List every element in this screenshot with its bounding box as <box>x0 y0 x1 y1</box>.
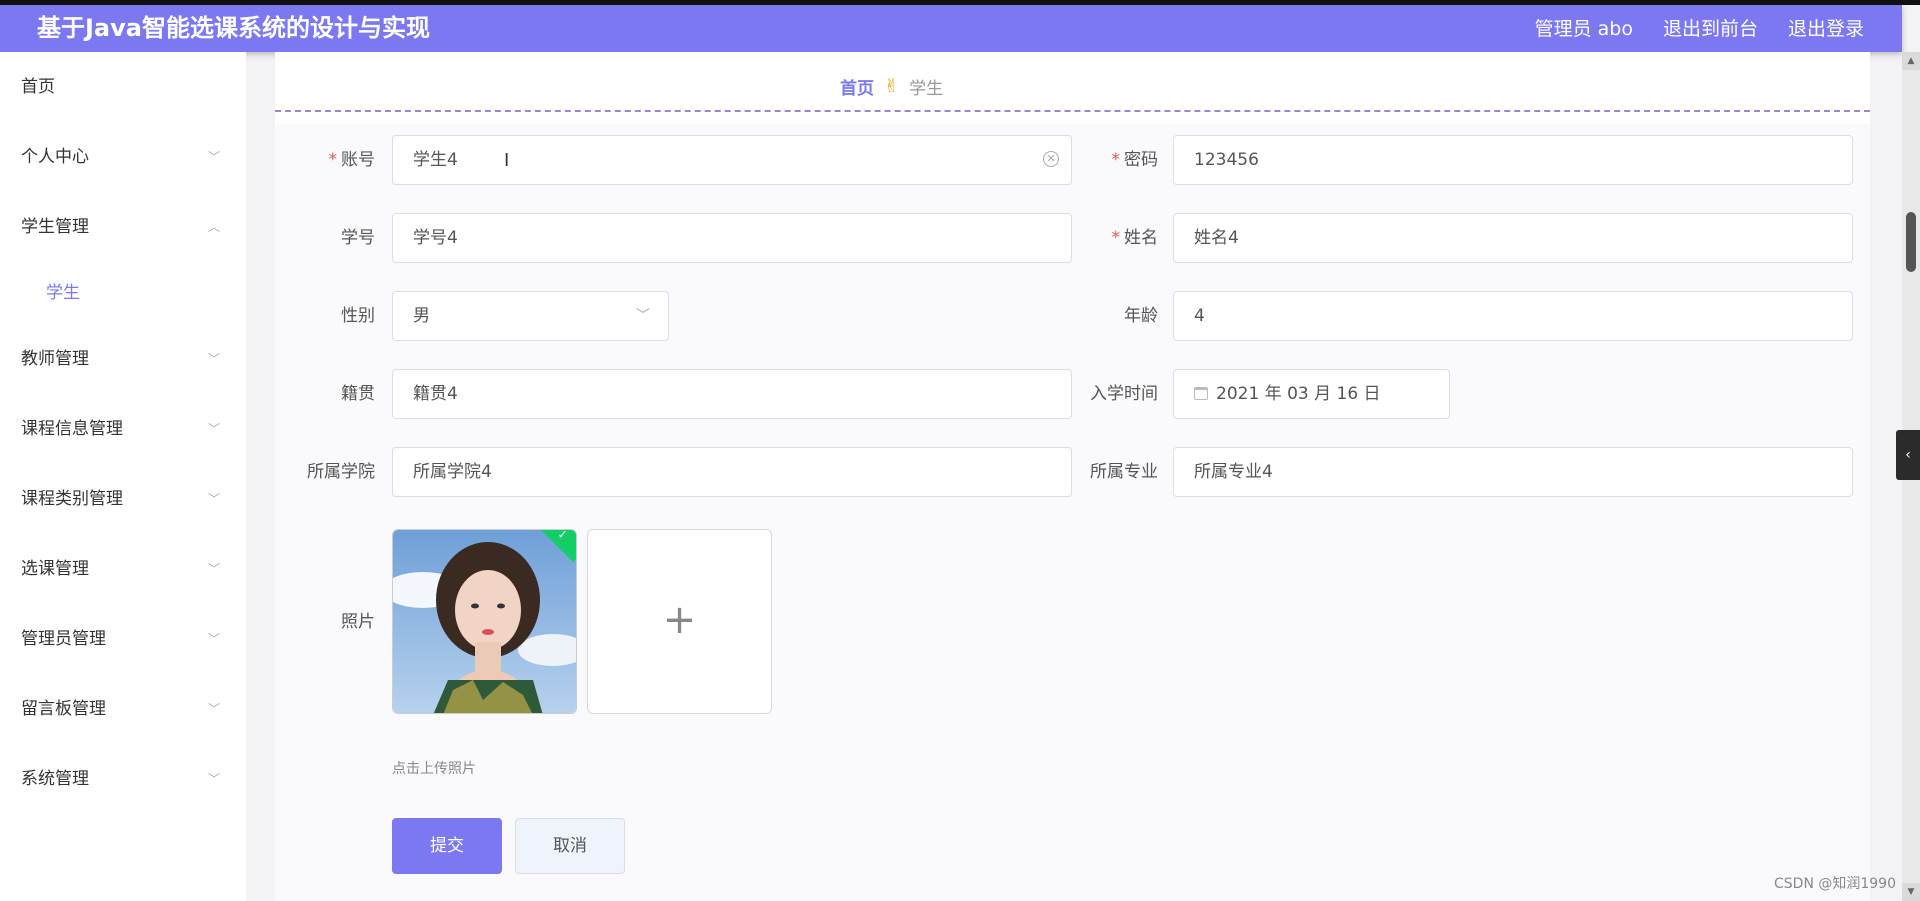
sidebar-item-label: 系统管理 <box>21 769 89 789</box>
collapse-panel-icon[interactable]: ‹ <box>1896 430 1920 480</box>
student-no-label: 学号 <box>341 228 375 248</box>
scroll-up-arrow-icon[interactable]: ▲ <box>1902 52 1920 70</box>
chevron-down-icon: ﹀ <box>636 308 650 324</box>
chevron-down-icon: ﹀ <box>207 352 220 366</box>
password-input[interactable]: 123456 <box>1173 135 1853 185</box>
sidebar-item-label: 课程信息管理 <box>21 419 123 439</box>
enroll-date-label: 入学时间 <box>1090 384 1158 404</box>
chevron-down-icon: ﹀ <box>207 492 220 506</box>
breadcrumb-home[interactable]: 首页 <box>840 74 874 99</box>
major-label: 所属专业 <box>1090 462 1158 482</box>
student-photo-image <box>393 530 576 713</box>
student-form: * 账号 学生4 ✕ I * 密码 123456 学号 学号4 * 姓名 姓名4 性别… <box>275 124 1870 901</box>
sidebar-item-admin-management[interactable]: 管理员管理 ﹀ <box>0 604 246 674</box>
college-label: 所属学院 <box>307 462 375 482</box>
clear-icon[interactable]: ✕ <box>1043 151 1059 167</box>
native-place-label: 籍贯 <box>341 384 375 404</box>
sidebar: 首页 个人中心 ﹀ 学生管理 ︿ 学生 教师管理 ﹀ 课程信息管理 ﹀ 课程类别管理 ﹀ … <box>0 52 246 901</box>
chevron-down-icon: ﹀ <box>207 702 220 716</box>
sidebar-item-course-info-management[interactable]: 课程信息管理 ﹀ <box>0 394 246 464</box>
calendar-icon <box>1194 387 1208 400</box>
sidebar-item-system-management[interactable]: 系统管理 ﹀ <box>0 744 246 814</box>
top-header: 基于Java智能选课系统的设计与实现 管理员 abo 退出到前台 退出登录 <box>0 5 1902 52</box>
logout-link[interactable]: 退出登录 <box>1788 12 1864 46</box>
plus-icon: + <box>662 597 697 643</box>
sidebar-item-student-management[interactable]: 学生管理 ︿ <box>0 192 246 262</box>
sidebar-item-label: 课程类别管理 <box>21 489 123 509</box>
chevron-down-icon: ﹀ <box>207 150 220 164</box>
native-place-input[interactable]: 籍贯4 <box>392 369 1072 419</box>
name-label: * 姓名 <box>1111 228 1159 248</box>
name-input[interactable]: 姓名4 <box>1173 213 1853 263</box>
sidebar-item-course-selection-management[interactable]: 选课管理 ﹀ <box>0 534 246 604</box>
text-cursor-icon: I <box>504 150 510 171</box>
sidebar-item-label: 教师管理 <box>21 349 89 369</box>
sidebar-item-course-category-management[interactable]: 课程类别管理 ﹀ <box>0 464 246 534</box>
sidebar-item-message-board-management[interactable]: 留言板管理 ﹀ <box>0 674 246 744</box>
sidebar-item-teacher-management[interactable]: 教师管理 ﹀ <box>0 324 246 394</box>
sidebar-item-label: 选课管理 <box>21 559 89 579</box>
age-input[interactable]: 4 <box>1173 291 1853 341</box>
sidebar-item-label: 首页 <box>21 77 55 97</box>
sidebar-item-home[interactable]: 首页 <box>0 52 246 122</box>
app-title: 基于Java智能选课系统的设计与实现 <box>37 14 430 42</box>
sidebar-item-label: 管理员管理 <box>21 629 106 649</box>
breadcrumb: 首页 ✌ 学生 <box>275 52 1870 112</box>
hand-icon: ✌ <box>884 76 900 97</box>
upload-tip: 点击上传照片 <box>392 761 476 777</box>
breadcrumb-current: 学生 <box>909 79 944 99</box>
chevron-down-icon: ﹀ <box>207 772 220 786</box>
student-no-input[interactable]: 学号4 <box>392 213 1072 263</box>
gender-label: 性别 <box>341 306 375 326</box>
age-label: 年龄 <box>1124 306 1158 326</box>
photo-label: 照片 <box>341 612 375 632</box>
check-icon: ✓ <box>557 529 568 542</box>
uploaded-photo[interactable]: ✓ <box>392 529 577 714</box>
enroll-date-picker[interactable]: 2021 年 03 月 16 日 <box>1173 369 1450 419</box>
sidebar-item-label: 个人中心 <box>21 147 89 167</box>
chevron-down-icon: ﹀ <box>207 422 220 436</box>
scroll-down-arrow-icon[interactable]: ▼ <box>1902 883 1920 901</box>
sidebar-item-label: 留言板管理 <box>21 699 106 719</box>
upload-photo-button[interactable]: + <box>587 529 772 714</box>
major-input[interactable]: 所属专业4 <box>1173 447 1853 497</box>
password-label: * 密码 <box>1111 150 1159 170</box>
account-label: * 账号 <box>328 150 376 170</box>
sidebar-item-label: 学生 <box>46 283 80 303</box>
submit-button[interactable]: 提交 <box>392 818 502 874</box>
back-to-front-link[interactable]: 退出到前台 <box>1663 12 1758 46</box>
watermark: CSDN @知润1990 <box>1774 876 1896 892</box>
header-actions: 管理员 abo 退出到前台 退出登录 <box>1535 12 1864 46</box>
sidebar-item-label: 学生管理 <box>21 217 89 237</box>
scrollbar-thumb[interactable] <box>1906 212 1916 272</box>
chevron-down-icon: ﹀ <box>207 562 220 576</box>
admin-user-label[interactable]: 管理员 abo <box>1535 12 1633 46</box>
main-content: 首页 ✌ 学生 * 账号 学生4 ✕ I * 密码 123456 学号 学号4 * 姓… <box>275 52 1870 901</box>
gender-select[interactable]: 男 ﹀ <box>392 291 669 341</box>
sidebar-subitem-student[interactable]: 学生 <box>0 262 246 324</box>
sidebar-item-personal-center[interactable]: 个人中心 ﹀ <box>0 122 246 192</box>
chevron-up-icon: ︿ <box>207 220 220 234</box>
college-input[interactable]: 所属学院4 <box>392 447 1072 497</box>
account-input[interactable]: 学生4 ✕ <box>392 135 1072 185</box>
chevron-down-icon: ﹀ <box>207 632 220 646</box>
cancel-button[interactable]: 取消 <box>515 818 625 874</box>
